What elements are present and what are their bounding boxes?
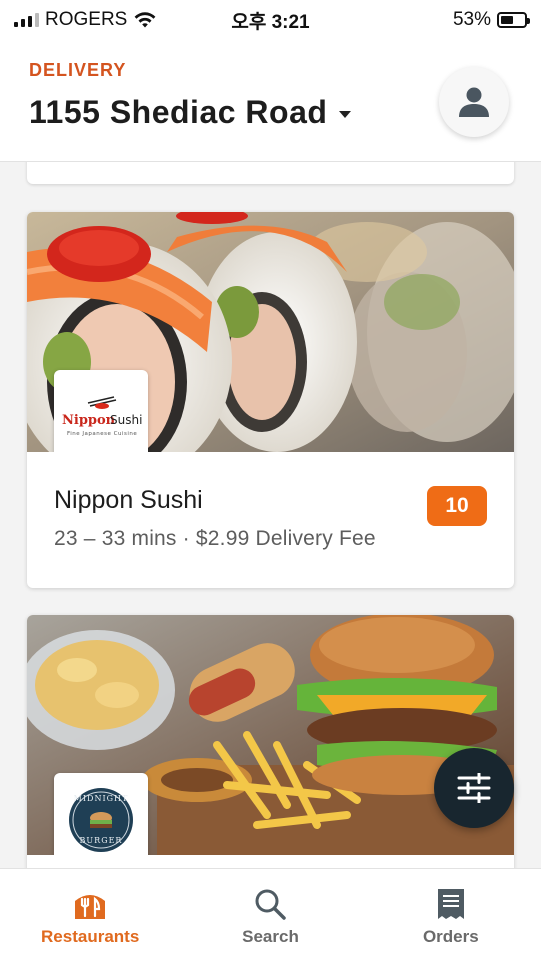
svg-text:Sushi: Sushi bbox=[110, 413, 142, 427]
svg-text:BURGER: BURGER bbox=[80, 836, 123, 845]
user-icon bbox=[459, 87, 489, 117]
restaurant-meta: 23 – 33 mins · $2.99 Delivery Fee bbox=[54, 527, 376, 550]
delivery-mode-label[interactable]: DELIVERY bbox=[29, 60, 126, 81]
svg-text:Nippon: Nippon bbox=[62, 413, 116, 428]
nippon-sushi-logo: Nippon Sushi Fine Japanese Cuisine bbox=[62, 396, 142, 437]
battery-level bbox=[501, 16, 513, 24]
restaurant-card[interactable]: MIDNIGHT BURGER bbox=[27, 615, 514, 868]
nav-search[interactable]: Search bbox=[180, 869, 360, 960]
caret-down-icon bbox=[339, 111, 352, 118]
restaurant-fork-knife-icon bbox=[75, 895, 106, 919]
receipt-icon bbox=[437, 889, 464, 919]
previous-restaurant-card[interactable] bbox=[27, 162, 514, 184]
app-header: DELIVERY 1155 Shediac Road bbox=[0, 40, 541, 162]
carrier-name: ROGERS bbox=[45, 9, 128, 30]
svg-text:MIDNIGHT: MIDNIGHT bbox=[74, 794, 129, 803]
nav-label: Restaurants bbox=[41, 927, 140, 946]
midnight-burger-logo: MIDNIGHT BURGER bbox=[69, 788, 133, 852]
svg-text:Fine Japanese Cuisine: Fine Japanese Cuisine bbox=[67, 431, 137, 437]
battery-percent: 53% bbox=[452, 9, 491, 30]
delivery-address: 1155 Shediac Road bbox=[29, 94, 328, 130]
restaurant-photo: MIDNIGHT BURGER bbox=[27, 615, 514, 855]
nav-orders[interactable]: Orders bbox=[361, 869, 541, 960]
sliders-icon bbox=[457, 773, 491, 803]
nav-label: Search bbox=[242, 927, 299, 946]
restaurant-name: Nippon Sushi bbox=[54, 486, 203, 514]
bottom-navigation: Restaurants Search Orders bbox=[0, 868, 541, 960]
restaurant-photo: Nippon Sushi Fine Japanese Cuisine bbox=[27, 212, 514, 452]
restaurant-card[interactable]: Nippon Sushi Fine Japanese Cuisine Nippo… bbox=[27, 212, 514, 588]
restaurant-info: Nippon Sushi 23 – 33 mins · $2.99 Delive… bbox=[27, 452, 514, 551]
restaurant-logo: Nippon Sushi Fine Japanese Cuisine bbox=[54, 370, 148, 452]
status-bar: ROGERS 오후 3:21 53% bbox=[0, 0, 541, 40]
rating-badge: 10 bbox=[427, 486, 487, 526]
cell-signal-icon bbox=[14, 13, 39, 27]
profile-button[interactable] bbox=[439, 67, 509, 137]
nav-restaurants[interactable]: Restaurants bbox=[0, 869, 180, 960]
nav-label: Orders bbox=[422, 927, 479, 946]
restaurant-logo: MIDNIGHT BURGER bbox=[54, 773, 148, 855]
status-left: ROGERS bbox=[14, 9, 157, 31]
address-selector[interactable]: 1155 Shediac Road bbox=[29, 94, 352, 131]
filter-button[interactable] bbox=[434, 748, 514, 828]
wifi-icon bbox=[134, 12, 156, 28]
status-right: 53% bbox=[452, 9, 530, 31]
search-icon bbox=[255, 889, 287, 920]
battery-icon bbox=[497, 12, 530, 28]
